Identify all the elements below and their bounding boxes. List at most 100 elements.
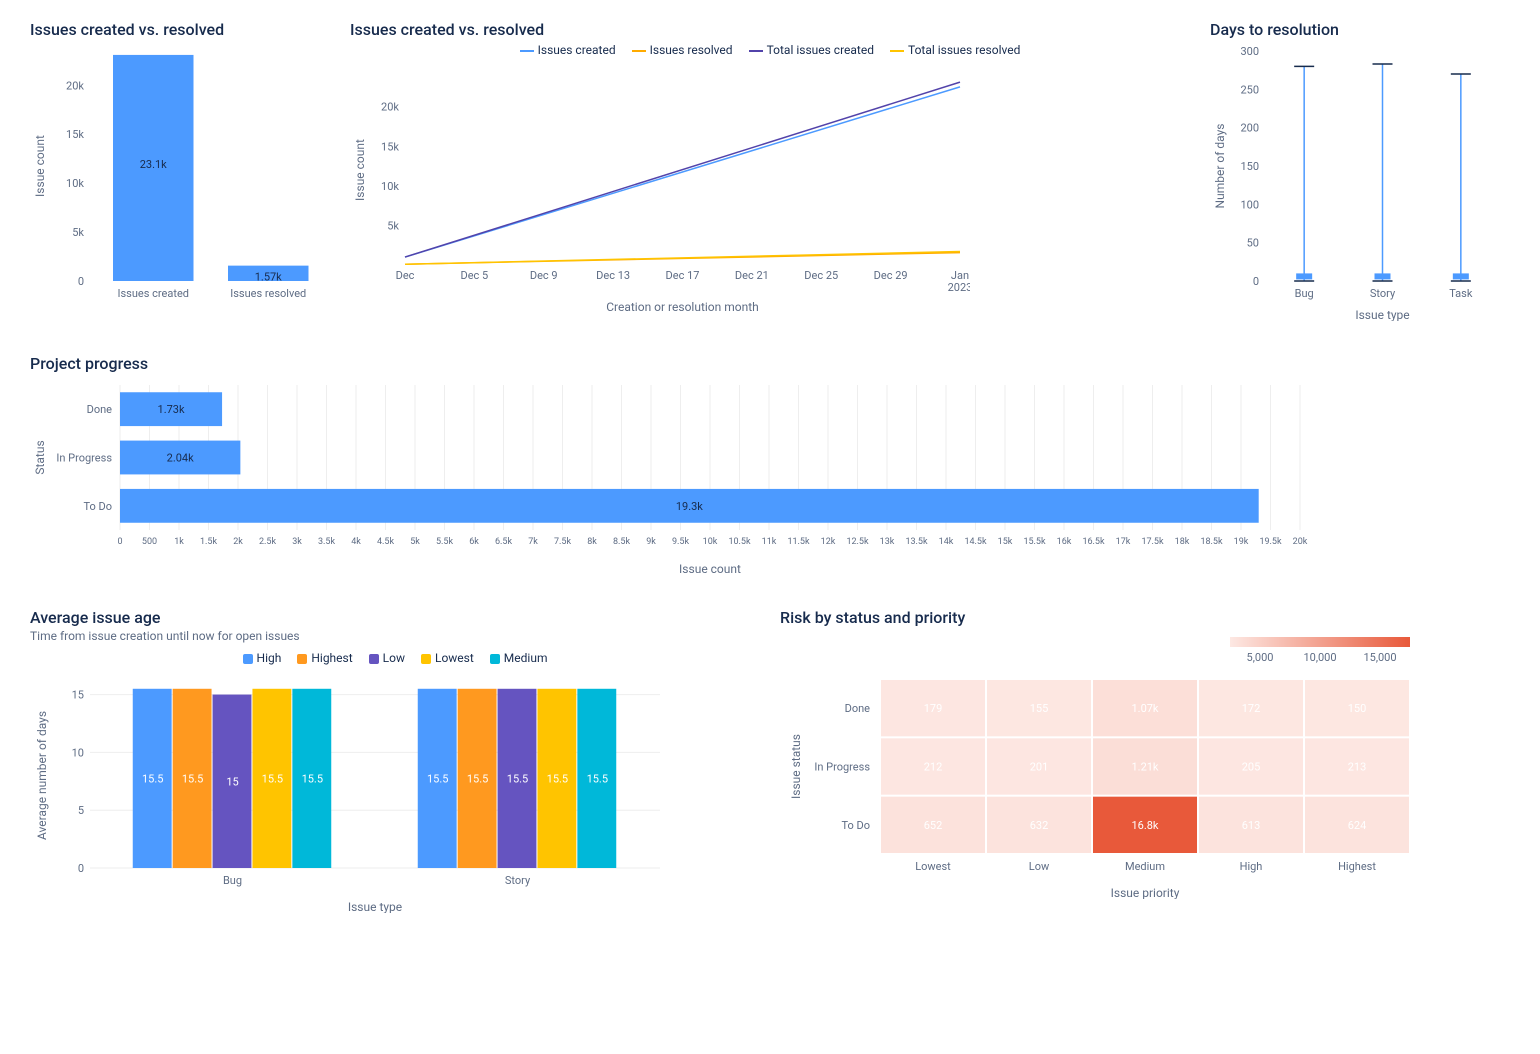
svg-text:5k: 5k xyxy=(410,537,420,547)
svg-text:12k: 12k xyxy=(821,537,836,547)
svg-text:Issue type: Issue type xyxy=(1355,308,1409,321)
svg-text:2023: 2023 xyxy=(948,281,970,294)
svg-text:Issue count: Issue count xyxy=(353,139,367,201)
svg-text:15.5: 15.5 xyxy=(547,772,568,785)
svg-text:Dec 5: Dec 5 xyxy=(461,269,489,282)
svg-text:Story: Story xyxy=(505,874,531,887)
svg-text:Story: Story xyxy=(1370,287,1396,300)
svg-text:2k: 2k xyxy=(233,537,243,547)
svg-text:155: 155 xyxy=(1030,702,1049,715)
svg-text:Status: Status xyxy=(33,440,47,474)
svg-text:15.5: 15.5 xyxy=(427,772,448,785)
svg-text:20k: 20k xyxy=(66,79,84,92)
svg-text:Dec 17: Dec 17 xyxy=(666,269,700,282)
svg-text:15.5: 15.5 xyxy=(142,772,163,785)
svg-text:652: 652 xyxy=(924,819,943,832)
chart-title: Issues created vs. resolved xyxy=(30,20,330,39)
svg-text:5,000: 5,000 xyxy=(1247,651,1274,664)
svg-text:624: 624 xyxy=(1348,819,1367,832)
svg-text:212: 212 xyxy=(924,761,943,774)
svg-text:Issue count: Issue count xyxy=(679,562,741,575)
line-chart: 5k10k15k20kIssue countDecDec 5Dec 9Dec 1… xyxy=(350,65,970,315)
svg-text:0: 0 xyxy=(117,537,122,547)
svg-text:0: 0 xyxy=(1253,275,1259,288)
svg-text:Highest: Highest xyxy=(1338,860,1376,873)
svg-text:8k: 8k xyxy=(587,537,597,547)
svg-text:15: 15 xyxy=(72,689,84,702)
chart-days-resolution: Days to resolution 050100150200250300Num… xyxy=(1210,20,1510,324)
svg-text:Dec 25: Dec 25 xyxy=(804,269,838,282)
svg-text:9.5k: 9.5k xyxy=(672,537,689,547)
svg-text:1.21k: 1.21k xyxy=(1131,761,1158,774)
svg-text:1.57k: 1.57k xyxy=(255,271,282,284)
svg-text:Task: Task xyxy=(1449,287,1473,300)
svg-text:2.04k: 2.04k xyxy=(167,452,194,465)
svg-text:Medium: Medium xyxy=(1125,860,1165,873)
svg-text:High: High xyxy=(1240,860,1263,873)
svg-text:Bug: Bug xyxy=(1295,287,1314,300)
svg-text:205: 205 xyxy=(1242,761,1261,774)
svg-text:Issues created: Issues created xyxy=(118,287,189,300)
svg-text:150: 150 xyxy=(1348,702,1367,715)
legend: HighHighestLowLowestMedium xyxy=(30,651,760,665)
svg-text:Creation or resolution month: Creation or resolution month xyxy=(606,300,759,314)
svg-text:16.5k: 16.5k xyxy=(1082,537,1105,547)
legend: Issues createdIssues resolvedTotal issue… xyxy=(350,43,1190,57)
svg-text:17.5k: 17.5k xyxy=(1141,537,1164,547)
svg-text:4k: 4k xyxy=(351,537,361,547)
svg-text:11.5k: 11.5k xyxy=(787,537,810,547)
svg-text:172: 172 xyxy=(1242,702,1261,715)
svg-text:19.5k: 19.5k xyxy=(1259,537,1282,547)
svg-text:2.5k: 2.5k xyxy=(259,537,276,547)
svg-text:150: 150 xyxy=(1240,160,1259,173)
svg-text:16.8k: 16.8k xyxy=(1131,819,1158,832)
chart-title: Project progress xyxy=(30,354,1510,373)
chart-issues-bar: Issues created vs. resolved 0 5k 10k 15k 20k… xyxy=(30,20,330,324)
svg-text:Dec 13: Dec 13 xyxy=(596,269,630,282)
svg-text:19.3k: 19.3k xyxy=(676,500,703,513)
svg-text:In Progress: In Progress xyxy=(56,452,112,465)
svg-text:213: 213 xyxy=(1348,761,1367,774)
svg-text:13k: 13k xyxy=(880,537,895,547)
svg-text:15,000: 15,000 xyxy=(1363,651,1396,664)
svg-text:15k: 15k xyxy=(66,128,84,141)
chart-issues-line: Issues created vs. resolved Issues creat… xyxy=(350,20,1190,324)
svg-text:0: 0 xyxy=(78,275,84,288)
svg-text:13.5k: 13.5k xyxy=(905,537,928,547)
svg-text:10k: 10k xyxy=(66,177,84,190)
svg-text:10: 10 xyxy=(72,746,84,759)
svg-text:500: 500 xyxy=(142,537,157,547)
svg-text:Lowest: Lowest xyxy=(915,860,951,873)
svg-text:16k: 16k xyxy=(1057,537,1072,547)
svg-text:613: 613 xyxy=(1242,819,1261,832)
chart-project-progress: Project progress 05001k1.5k2k2.5k3k3.5k4… xyxy=(30,354,1510,578)
svg-text:Average number of days: Average number of days xyxy=(35,711,49,840)
svg-text:15: 15 xyxy=(226,775,238,788)
svg-text:15.5k: 15.5k xyxy=(1023,537,1046,547)
svg-text:15k: 15k xyxy=(381,140,399,153)
svg-text:15.5: 15.5 xyxy=(507,772,528,785)
svg-text:14k: 14k xyxy=(939,537,954,547)
svg-text:Done: Done xyxy=(845,702,871,715)
svg-text:5k: 5k xyxy=(387,219,399,232)
svg-text:10k: 10k xyxy=(381,180,399,193)
svg-text:0: 0 xyxy=(78,862,84,875)
svg-text:15k: 15k xyxy=(998,537,1013,547)
svg-text:1k: 1k xyxy=(174,537,184,547)
heatmap-chart: 5,00010,00015,000Done1791551.07k172150In… xyxy=(780,629,1420,899)
svg-text:200: 200 xyxy=(1240,122,1259,135)
svg-text:8.5k: 8.5k xyxy=(613,537,630,547)
svg-text:5k: 5k xyxy=(72,226,84,239)
svg-text:15.5: 15.5 xyxy=(262,772,283,785)
svg-text:15.5: 15.5 xyxy=(587,772,608,785)
svg-text:201: 201 xyxy=(1030,761,1049,774)
svg-text:11k: 11k xyxy=(762,537,777,547)
svg-text:50: 50 xyxy=(1247,237,1259,250)
svg-text:4.5k: 4.5k xyxy=(377,537,394,547)
svg-text:7k: 7k xyxy=(528,537,538,547)
chart-title: Average issue age xyxy=(30,608,760,627)
chart-title: Risk by status and priority xyxy=(780,608,1510,627)
svg-text:17k: 17k xyxy=(1116,537,1131,547)
svg-text:Issue priority: Issue priority xyxy=(1111,886,1180,899)
svg-text:9k: 9k xyxy=(646,537,656,547)
